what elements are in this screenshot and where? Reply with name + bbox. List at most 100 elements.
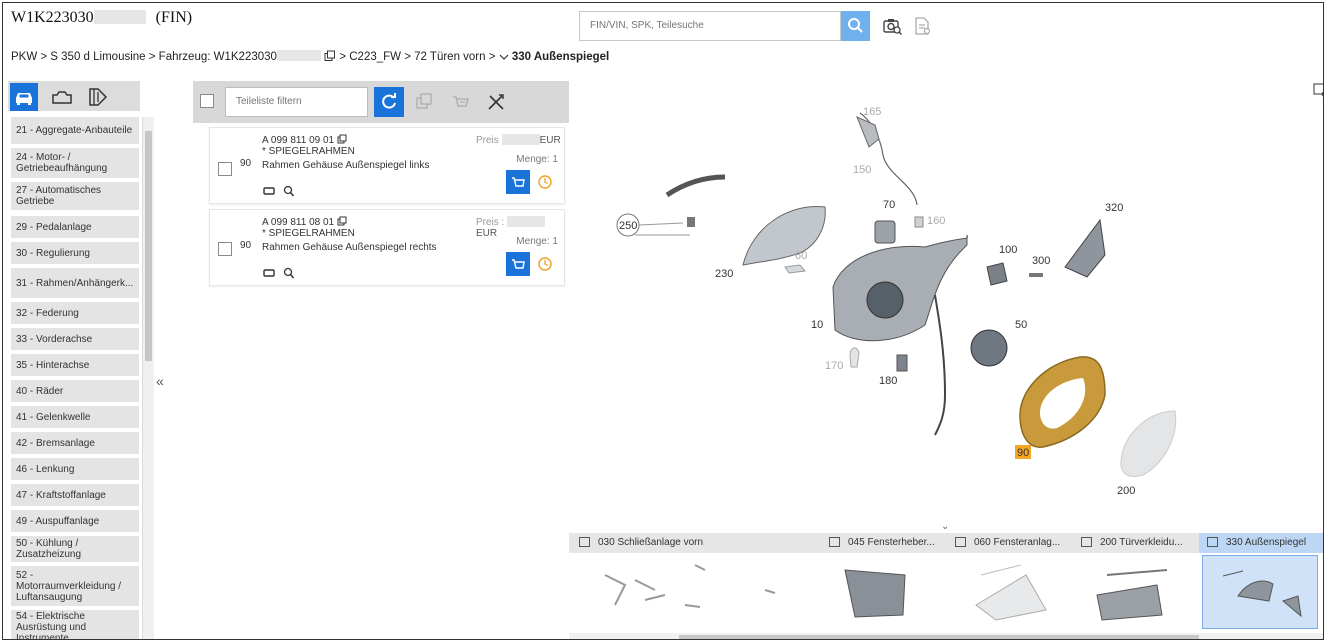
refresh-button[interactable]: [374, 87, 404, 117]
category-item[interactable]: 47 - Kraftstoffanlage: [11, 484, 139, 506]
thumbnail-image[interactable]: [575, 555, 817, 629]
clock-icon[interactable]: [536, 173, 554, 191]
motor-drive-part[interactable]: [970, 329, 1008, 367]
thumbnail-image[interactable]: [1077, 555, 1195, 629]
breadcrumb-current: 330 Außenspiegel: [511, 51, 610, 63]
tab-engine[interactable]: [48, 83, 76, 111]
thumbnail-tab[interactable]: 060 Fensteranlag...: [947, 533, 1071, 553]
part-card[interactable]: 90 A 099 811 09 01 * SPIEGELRAHMEN Rahme…: [209, 127, 565, 204]
zoom-search-icon[interactable]: [282, 266, 296, 279]
scrollbar-thumb[interactable]: [679, 635, 1199, 639]
category-item[interactable]: 31 - Rahmen/Anhängerk...: [11, 268, 139, 298]
category-item[interactable]: 33 - Vorderachse: [11, 328, 139, 350]
label-90: 90: [1017, 447, 1029, 459]
category-item[interactable]: 40 - Räder: [11, 380, 139, 402]
thumbnail-tab[interactable]: 030 Schließanlage vorn: [571, 533, 819, 553]
category-item[interactable]: 50 - Kühlung / Zusatzheizung: [11, 536, 139, 562]
category-item[interactable]: 30 - Regulierung: [11, 242, 139, 264]
chevron-down-icon[interactable]: [499, 52, 509, 65]
category-item[interactable]: 52 - Motorraumverkleidung / Luftansaugun…: [11, 566, 139, 606]
car-part-icon[interactable]: [262, 266, 276, 278]
image-icon: [829, 537, 840, 547]
small-clip-part[interactable]: [849, 347, 860, 368]
search-field[interactable]: [579, 11, 841, 41]
part-checkbox[interactable]: [218, 162, 232, 176]
search-input[interactable]: [580, 12, 840, 38]
scrollbar-thumb[interactable]: [145, 131, 152, 361]
tab-body[interactable]: [84, 83, 112, 111]
add-to-cart-button[interactable]: [506, 170, 530, 194]
zoom-search-icon[interactable]: [282, 184, 296, 197]
category-item[interactable]: 54 - Elektrische Ausrüstung und Instrume…: [11, 610, 139, 639]
thumbnail-scrollbar[interactable]: [569, 633, 1323, 639]
category-item[interactable]: 29 - Pedalanlage: [11, 216, 139, 238]
category-tabs: [8, 81, 140, 111]
label-320: 320: [1105, 202, 1123, 214]
image-icon: [579, 537, 590, 547]
clock-icon[interactable]: [536, 255, 554, 273]
copy-icon[interactable]: [337, 216, 347, 226]
tab-vehicle[interactable]: [10, 83, 38, 111]
copy-icon[interactable]: [337, 134, 347, 144]
connector-part[interactable]: [856, 116, 880, 148]
breadcrumb-model[interactable]: > C223_FW: [339, 51, 401, 63]
thumbnail-tab-active[interactable]: 330 Außenspiegel: [1199, 533, 1323, 553]
category-item[interactable]: 46 - Lenkung: [11, 458, 139, 480]
mirror-cover-part[interactable]: [742, 206, 826, 266]
bulb-part[interactable]: [914, 216, 924, 228]
glass-actuator-part[interactable]: [866, 281, 904, 319]
cart-icon[interactable]: [449, 91, 471, 113]
thumbnail-image[interactable]: [951, 555, 1069, 629]
add-to-cart-button[interactable]: [506, 252, 530, 276]
thumbnail-image-active[interactable]: [1202, 555, 1318, 629]
part-card[interactable]: 90 A 099 811 08 01 * SPIEGELRAHMEN Rahme…: [209, 209, 565, 286]
image-icon: [1207, 537, 1218, 547]
thumbnail-tab[interactable]: 200 Türverkleidu...: [1073, 533, 1197, 553]
screw-part[interactable]: [1029, 273, 1043, 277]
copy-icon[interactable]: [413, 91, 435, 113]
cover-part[interactable]: [665, 174, 726, 198]
camera-search-icon[interactable]: [881, 15, 903, 37]
category-item[interactable]: 27 - Automatisches Getriebe: [11, 182, 139, 210]
category-item[interactable]: 35 - Hinterachse: [11, 354, 139, 376]
part-quantity: Menge: 1: [516, 236, 558, 247]
expand-thumbnails-icon[interactable]: ⌄: [941, 521, 949, 532]
collapse-panel-button[interactable]: «: [156, 373, 164, 389]
screw-part[interactable]: [687, 217, 695, 227]
exploded-parts-drawing[interactable]: 165 150 70 160 250 320 60 230 100 300 10…: [595, 95, 1321, 515]
motor-part[interactable]: [874, 220, 896, 244]
category-item[interactable]: 41 - Gelenkwelle: [11, 406, 139, 428]
engine-icon: [52, 91, 72, 104]
mirror-glass-part[interactable]: [1120, 410, 1177, 477]
copy-icon[interactable]: [324, 50, 336, 65]
part-checkbox[interactable]: [218, 242, 232, 256]
car-part-icon[interactable]: [262, 184, 276, 196]
part-price: Preis EUR: [476, 134, 561, 146]
part-description: Rahmen Gehäuse Außenspiegel links: [262, 160, 430, 171]
label-150: 150: [853, 164, 871, 176]
category-item[interactable]: 42 - Bremsanlage: [11, 432, 139, 454]
thumbnail-image[interactable]: [825, 555, 943, 629]
pin-part[interactable]: [896, 354, 908, 372]
parts-filter-input[interactable]: [226, 88, 376, 114]
category-item[interactable]: 24 - Motor- / Getriebeaufhängung: [11, 148, 139, 178]
vin-suffix: (FIN): [155, 9, 193, 26]
thumbnail-tab[interactable]: 045 Fensterheber...: [821, 533, 945, 553]
breadcrumb-group[interactable]: > 72 Türen vorn >: [404, 51, 495, 63]
select-all-checkbox[interactable]: [200, 94, 214, 108]
part-quantity: Menge: 1: [516, 154, 558, 165]
breadcrumb-path[interactable]: PKW > S 350 d Limousine > Fahrzeug: W1K2…: [11, 51, 277, 63]
category-item[interactable]: 21 - Aggregate-Anbauteile: [11, 117, 139, 144]
vin-mask: [93, 10, 146, 24]
category-item[interactable]: 32 - Federung: [11, 302, 139, 324]
document-icon[interactable]: [911, 15, 933, 37]
tools-icon[interactable]: [485, 91, 507, 113]
mirror-housing-part[interactable]: [832, 234, 968, 342]
search-button[interactable]: [841, 11, 870, 41]
clip-part[interactable]: [784, 264, 806, 274]
category-item[interactable]: 49 - Auspuffanlage: [11, 510, 139, 532]
parts-filter-field[interactable]: [225, 87, 376, 117]
bracket-part[interactable]: [986, 262, 1008, 286]
category-scrollbar[interactable]: [142, 117, 154, 639]
mirror-base-part[interactable]: [1064, 218, 1106, 278]
